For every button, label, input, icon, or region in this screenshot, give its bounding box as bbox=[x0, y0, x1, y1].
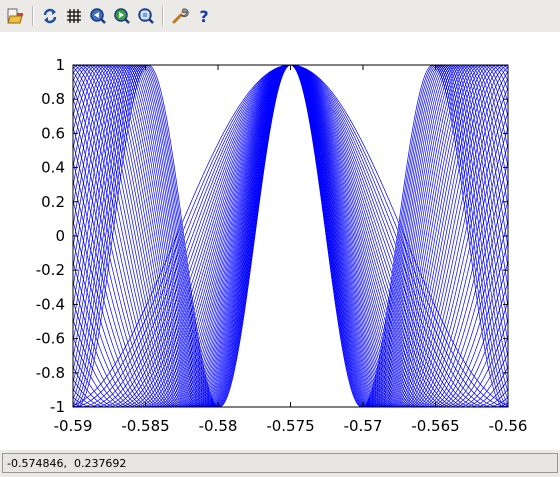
open-file-button[interactable] bbox=[5, 5, 27, 27]
y-tick-label: 0.6 bbox=[41, 124, 65, 142]
zoom-previous-button[interactable] bbox=[87, 5, 109, 27]
y-tick-label: -0.8 bbox=[36, 364, 65, 382]
y-tick-label: -0.6 bbox=[36, 330, 65, 348]
y-tick-label: -0.4 bbox=[36, 295, 65, 313]
curve-series-group bbox=[73, 65, 508, 407]
y-tick-label: 1 bbox=[55, 56, 65, 74]
y-tick-label: 0.2 bbox=[41, 193, 65, 211]
x-tick-label: -0.59 bbox=[54, 417, 93, 435]
x-tick-label: -0.585 bbox=[121, 417, 169, 435]
y-tick-label: -0.2 bbox=[36, 261, 65, 279]
x-tick-label: -0.57 bbox=[344, 417, 383, 435]
x-tick-label: -0.565 bbox=[411, 417, 459, 435]
grid-button[interactable] bbox=[63, 5, 85, 27]
y-tick-label: -1 bbox=[50, 398, 65, 416]
y-tick-label: 0.8 bbox=[41, 90, 65, 108]
zoom-next-button[interactable] bbox=[111, 5, 133, 27]
refresh-icon bbox=[43, 8, 57, 24]
toolbar-separator bbox=[162, 6, 164, 26]
toolbar-separator bbox=[32, 6, 34, 26]
x-tick-label: -0.56 bbox=[489, 417, 528, 435]
help-button[interactable]: ? bbox=[193, 5, 215, 27]
x-tick-label: -0.575 bbox=[266, 417, 314, 435]
zoom-next-icon bbox=[114, 8, 130, 24]
axis-ticks: -0.59 -0.585 -0.58 -0.575 -0.57 -0.565 -0.56 1 0… bbox=[36, 56, 528, 435]
cosine-family-chart[interactable]: -0.59 -0.585 -0.58 -0.575 -0.57 -0.565 -0.56 1 0… bbox=[0, 32, 560, 450]
replot-button[interactable] bbox=[39, 5, 61, 27]
svg-text:?: ? bbox=[199, 7, 208, 25]
y-tick-label: 0.4 bbox=[41, 159, 65, 177]
cursor-coordinates: -0.574846, 0.237692 bbox=[2, 453, 558, 473]
zoom-autoscale-icon bbox=[138, 8, 154, 24]
help-icon: ? bbox=[199, 7, 208, 25]
configuration-button[interactable] bbox=[169, 5, 191, 27]
open-file-icon bbox=[7, 8, 23, 24]
plot-canvas[interactable]: -0.59 -0.585 -0.58 -0.575 -0.57 -0.565 -0.56 1 0… bbox=[0, 32, 560, 450]
configuration-icon bbox=[172, 8, 189, 24]
y-tick-label: 0 bbox=[55, 227, 65, 245]
grid-icon bbox=[67, 9, 81, 23]
toolbar: ? bbox=[0, 0, 560, 32]
zoom-previous-icon bbox=[90, 8, 106, 24]
statusbar: -0.574846, 0.237692 bbox=[0, 450, 560, 477]
autoscale-button[interactable] bbox=[135, 5, 157, 27]
x-tick-label: -0.58 bbox=[199, 417, 238, 435]
